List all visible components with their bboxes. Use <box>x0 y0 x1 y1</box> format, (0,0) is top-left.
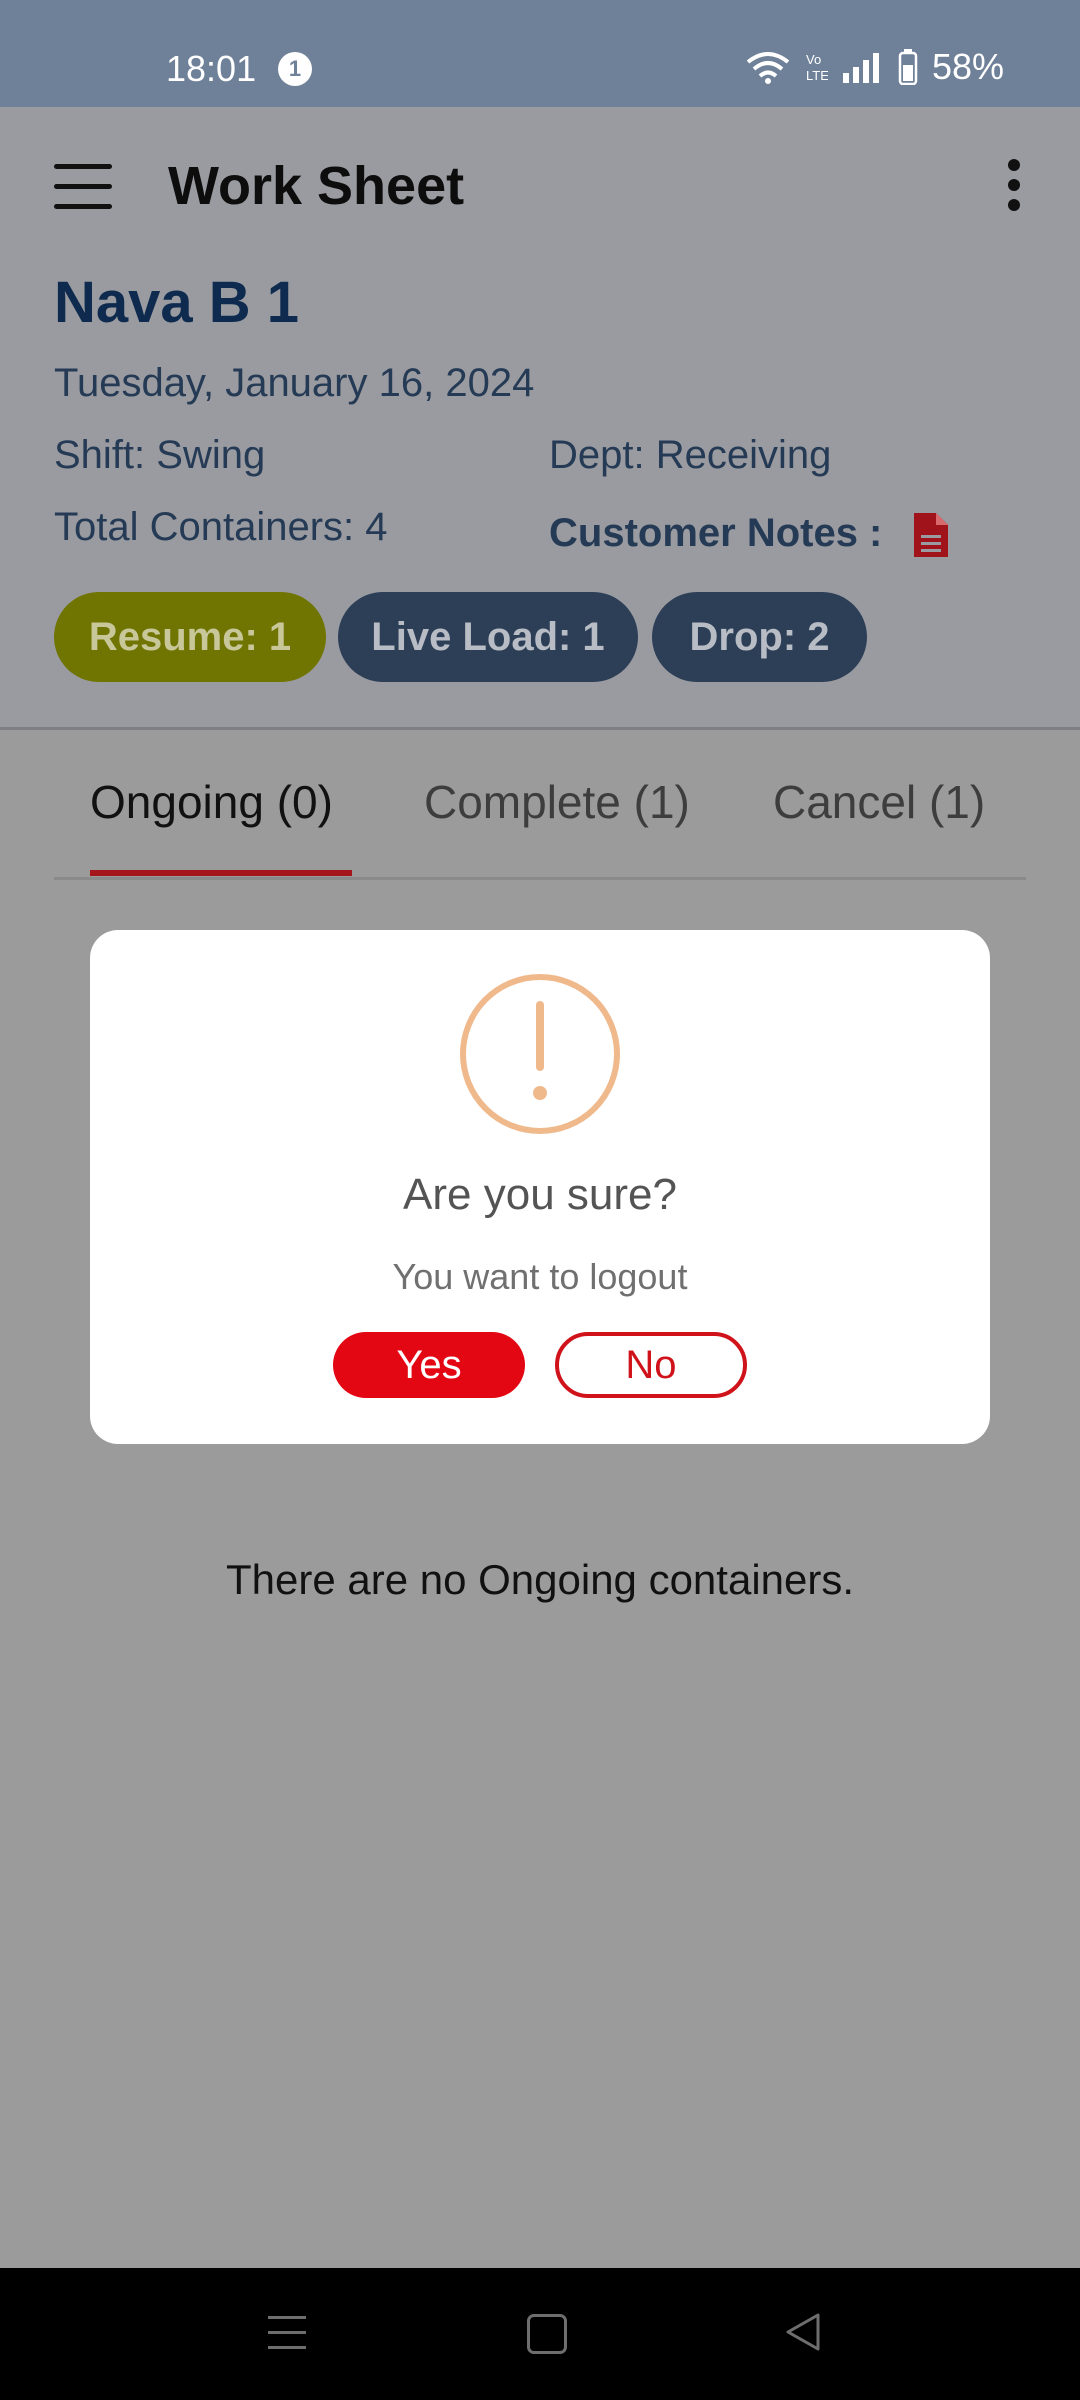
active-tab-indicator <box>90 870 352 876</box>
tab-complete[interactable]: Complete (1) <box>424 775 690 829</box>
tab-ongoing[interactable]: Ongoing (0) <box>90 775 333 829</box>
wifi-icon <box>746 52 790 84</box>
dialog-message: You want to logout <box>392 1256 688 1297</box>
battery-icon <box>898 49 918 85</box>
status-time: 18:01 <box>166 48 257 89</box>
battery-percent: 58% <box>931 46 1004 87</box>
dept-label: Dept: Receiving <box>549 433 832 477</box>
no-button[interactable]: No <box>555 1332 747 1398</box>
volte-icon: Vo LTE <box>806 52 828 83</box>
status-icons: Vo LTE 58% <box>746 46 1004 88</box>
status-bar: 18:01 1 Vo LTE 58% <box>0 0 1080 107</box>
shift-label: Shift: Swing <box>54 433 266 477</box>
svg-text:Vo: Vo <box>806 52 821 67</box>
back-icon[interactable] <box>784 2312 822 2352</box>
home-icon[interactable] <box>527 2314 567 2354</box>
logout-confirm-dialog: Are you sure? You want to logout Yes No <box>90 930 990 1444</box>
document-icon[interactable] <box>912 511 950 559</box>
system-nav-bar <box>0 2268 1080 2400</box>
dialog-title: Are you sure? <box>403 1170 677 1219</box>
total-containers: Total Containers: 4 <box>54 505 388 549</box>
worksheet-info: Nava B 1 Tuesday, January 16, 2024 Shift… <box>0 227 1080 730</box>
tab-cancel[interactable]: Cancel (1) <box>773 775 985 829</box>
signal-icon <box>842 53 879 83</box>
app-bar: Work Sheet <box>0 107 1080 227</box>
svg-text:LTE: LTE <box>806 68 828 83</box>
site-name: Nava B 1 <box>54 270 300 335</box>
empty-state-message: There are no Ongoing containers. <box>225 1556 855 1603</box>
more-vertical-icon[interactable] <box>1004 159 1024 215</box>
worksheet-date: Tuesday, January 16, 2024 <box>54 361 535 405</box>
alert-circle-icon <box>460 974 620 1134</box>
live-load-pill[interactable]: Live Load: 1 <box>338 592 638 682</box>
page-title: Work Sheet <box>168 156 465 216</box>
notification-badge: 1 <box>278 52 312 86</box>
drop-pill[interactable]: Drop: 2 <box>652 592 867 682</box>
recent-apps-icon[interactable] <box>268 2316 306 2352</box>
menu-icon[interactable] <box>54 164 112 209</box>
customer-notes-label: Customer Notes : <box>549 511 883 555</box>
tab-bar: Ongoing (0) Complete (1) Cancel (1) <box>54 775 1026 880</box>
resume-pill[interactable]: Resume: 1 <box>54 592 326 682</box>
yes-button[interactable]: Yes <box>333 1332 525 1398</box>
